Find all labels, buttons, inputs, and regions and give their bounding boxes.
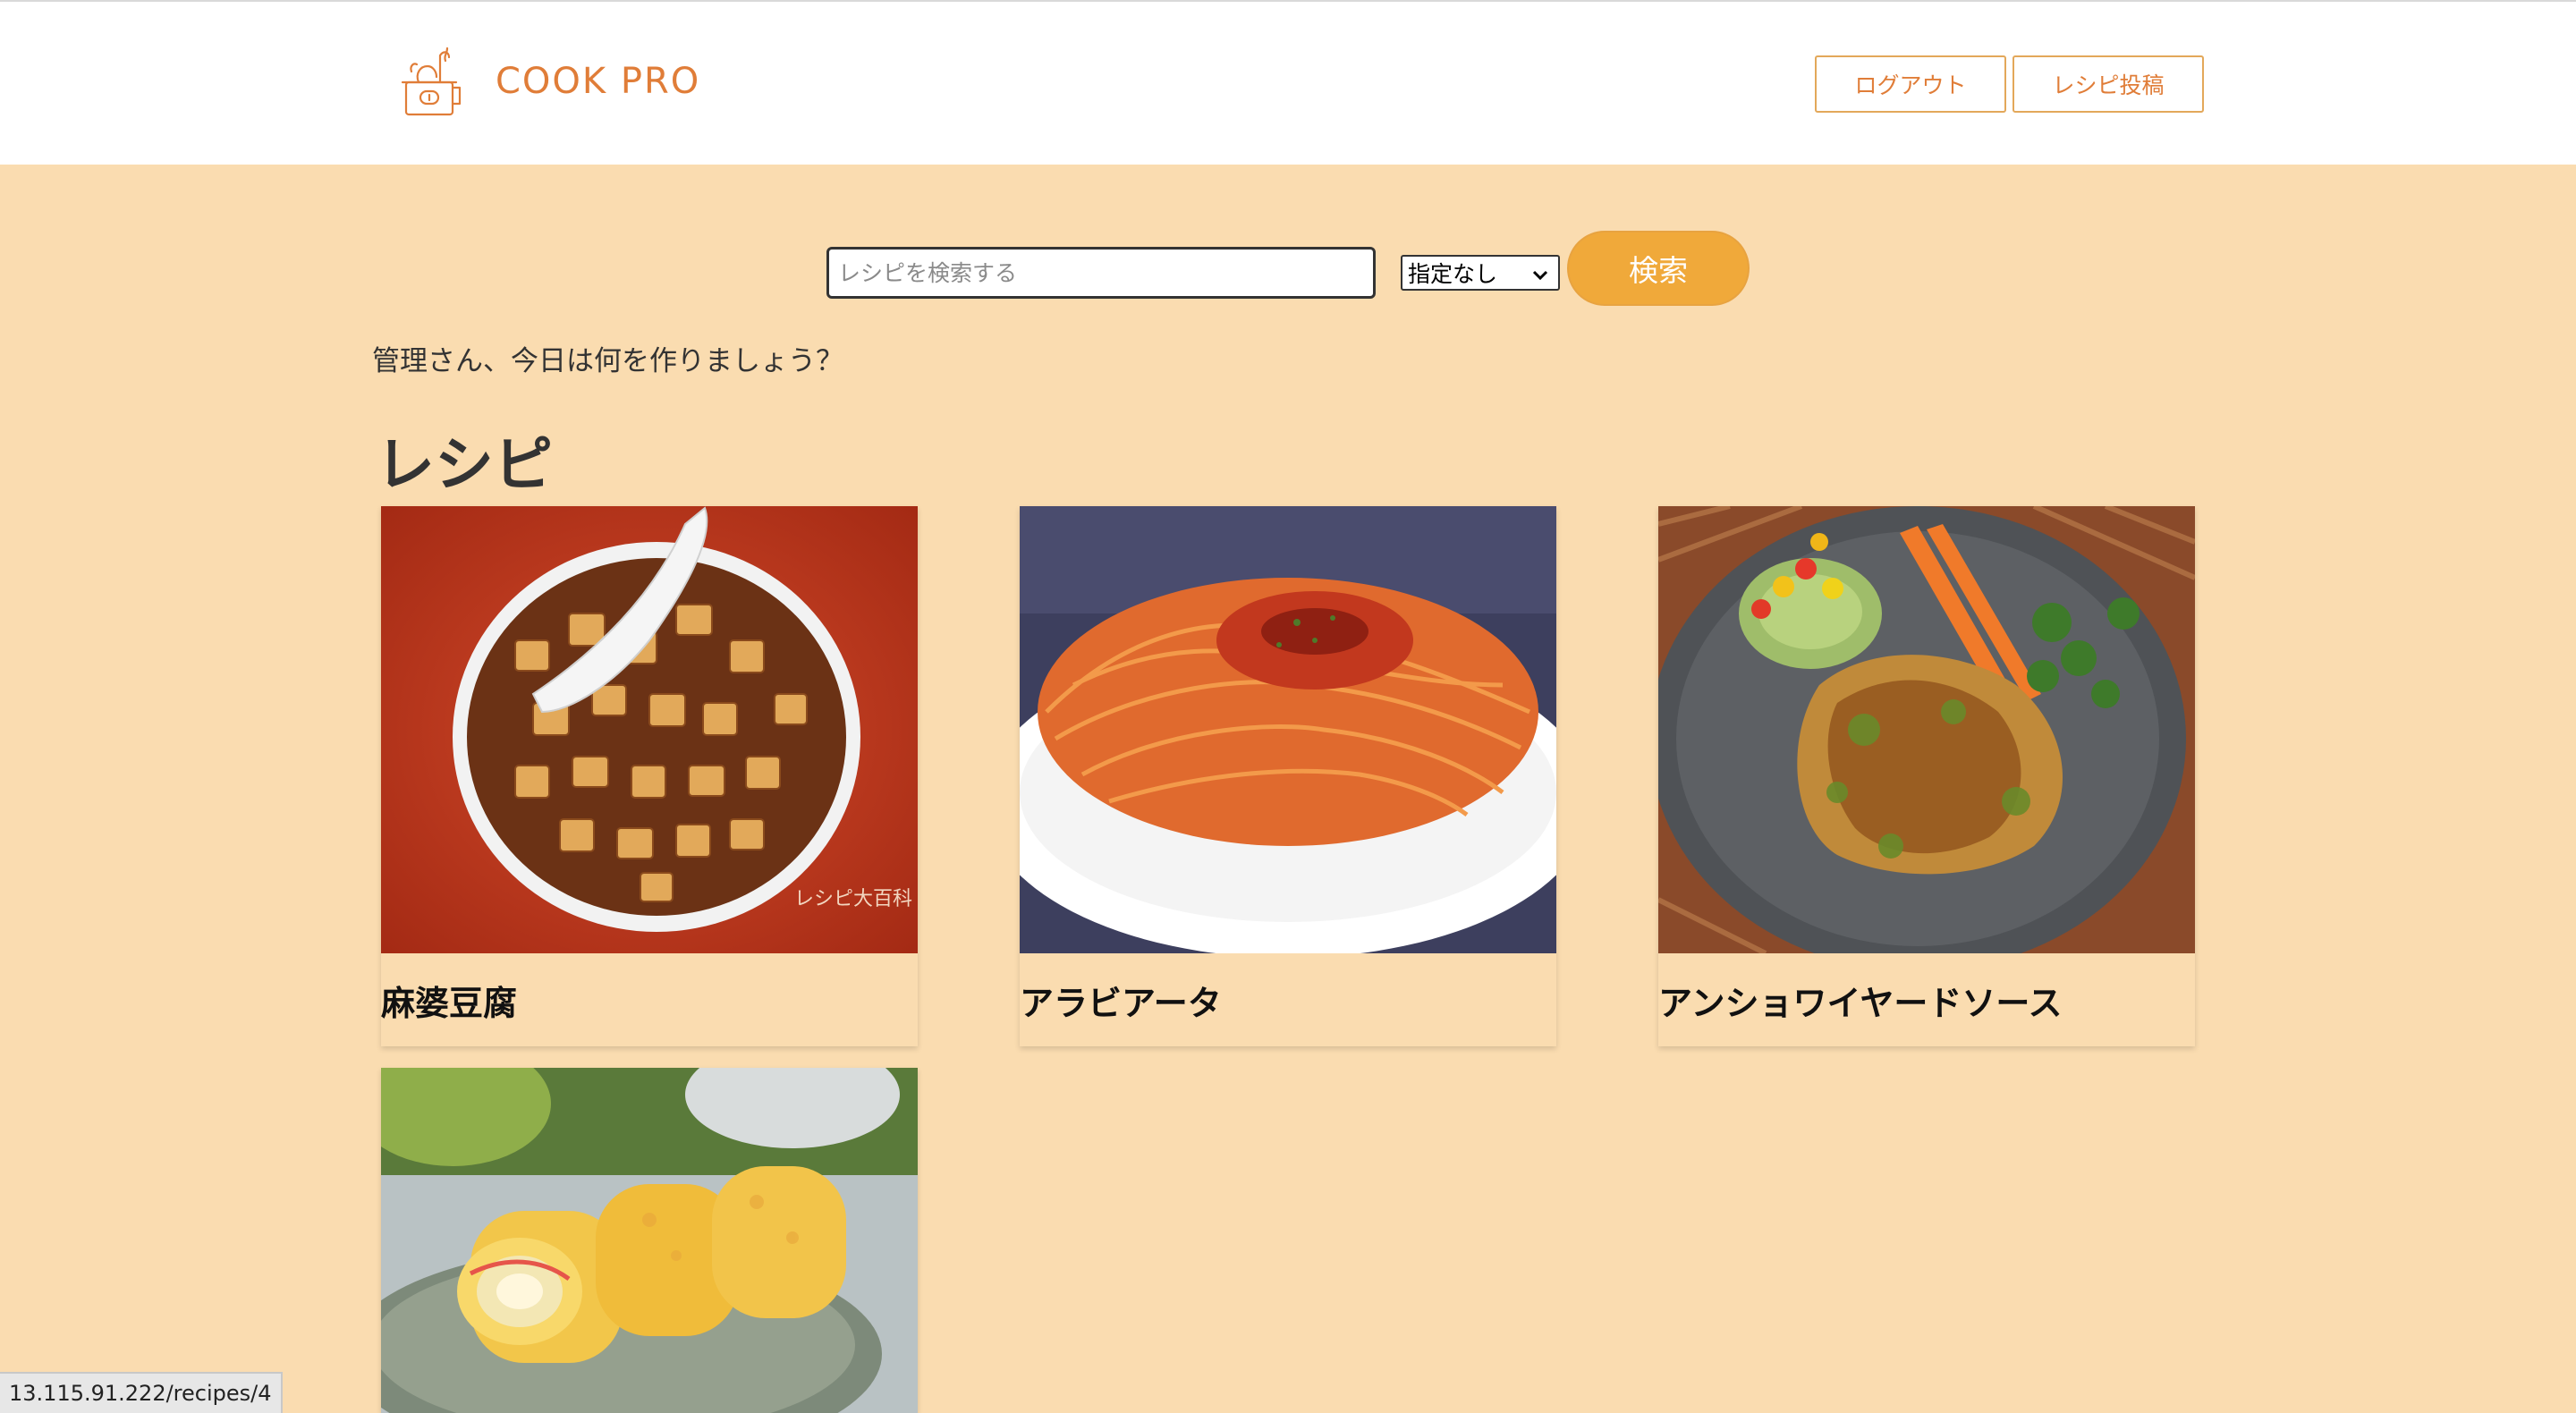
recipe-card[interactable] xyxy=(381,1068,918,1413)
site-header: COOK PRO ログアウト レシピ投稿 xyxy=(0,2,2576,165)
logo[interactable]: COOK PRO xyxy=(394,41,700,122)
category-select[interactable]: 指定なし xyxy=(1401,255,1560,291)
tamagoyaki-image[interactable] xyxy=(381,1068,918,1413)
watermark: レシピ大百科 xyxy=(794,888,912,910)
recipe-search-input[interactable] xyxy=(826,247,1376,299)
recipe-title[interactable]: アラビアータ xyxy=(1020,953,1556,1046)
recipe-title[interactable]: 麻婆豆腐 xyxy=(381,953,918,1046)
status-url-tooltip: 13.115.91.222/recipes/4 xyxy=(0,1372,283,1413)
recipe-card[interactable]: アラビアータ xyxy=(1020,506,1556,1046)
recipe-card[interactable]: アンショワイヤードソース xyxy=(1658,506,2195,1046)
chicken-sauce-image[interactable] xyxy=(1658,506,2195,953)
recipe-title[interactable]: アンショワイヤードソース xyxy=(1658,953,2195,1046)
search-button[interactable]: 検索 xyxy=(1567,231,1750,306)
category-select-value: 指定なし xyxy=(1408,261,1498,287)
chef-pot-logo-icon xyxy=(401,47,462,116)
logout-button[interactable]: ログアウト xyxy=(1815,55,2006,113)
mapo-tofu-image[interactable]: レシピ大百科 xyxy=(381,506,918,953)
post-recipe-button[interactable]: レシピ投稿 xyxy=(2012,55,2204,113)
logo-text: COOK PRO xyxy=(496,61,701,102)
chevron-down-icon xyxy=(1532,270,1548,281)
recipe-card[interactable]: レシピ大百科 麻婆豆腐 xyxy=(381,506,918,1046)
arrabbiata-image[interactable] xyxy=(1020,506,1556,953)
section-title: レシピ xyxy=(376,430,553,499)
greeting-text: 管理さん、今日は何を作りましょう？ xyxy=(372,345,843,377)
